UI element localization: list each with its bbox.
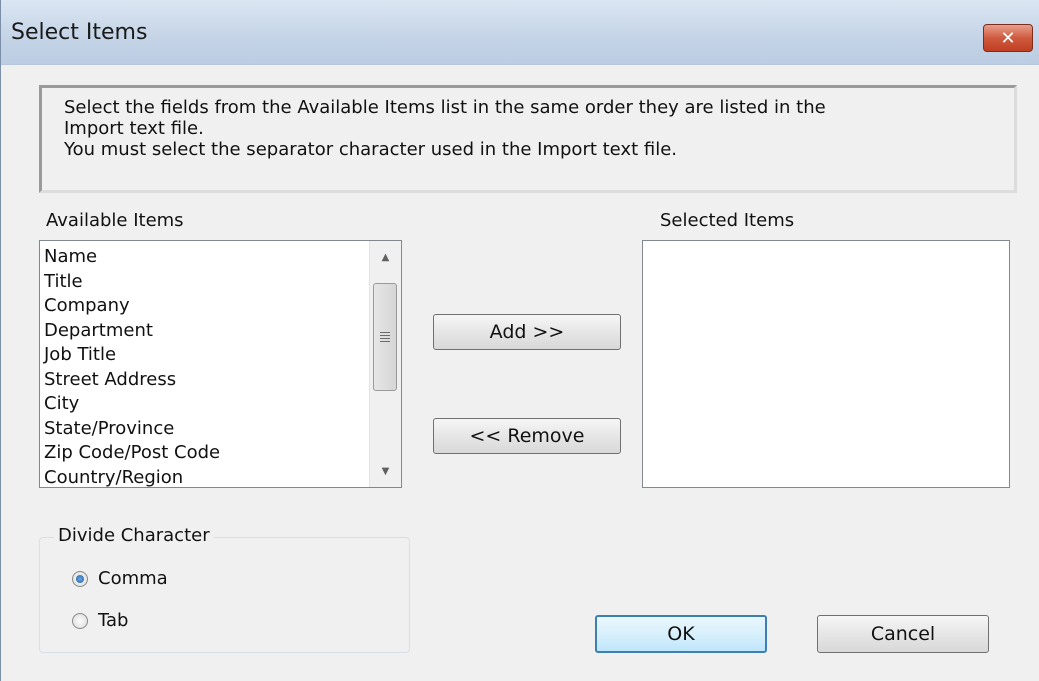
list-item[interactable]: Company (44, 294, 220, 319)
radio-tab[interactable]: Tab (72, 610, 128, 631)
cancel-button[interactable]: Cancel (817, 615, 989, 653)
close-button[interactable]: ✕ (983, 24, 1033, 52)
radio-selected-icon[interactable] (72, 570, 88, 587)
list-item[interactable]: City (44, 392, 220, 417)
list-item[interactable]: Street Address (44, 368, 220, 393)
scroll-grip-icon (380, 332, 390, 342)
radio-tab-label: Tab (98, 610, 129, 631)
title-bar[interactable]: Select Items ✕ (1, 0, 1039, 65)
selected-items-list[interactable] (642, 240, 1010, 488)
list-item[interactable]: State/Province (44, 417, 220, 442)
scroll-up-arrow-icon[interactable]: ▲ (370, 241, 401, 273)
radio-unselected-icon[interactable] (72, 612, 88, 629)
remove-button[interactable]: << Remove (433, 418, 621, 454)
available-items-label: Available Items (46, 210, 184, 231)
add-button[interactable]: Add >> (433, 314, 621, 350)
list-item[interactable]: Title (44, 270, 220, 295)
selected-items-label: Selected Items (660, 210, 795, 231)
available-items-list[interactable]: Name Title Company Department Job Title … (39, 240, 402, 488)
list-item[interactable]: Job Title (44, 343, 220, 368)
radio-comma[interactable]: Comma (72, 568, 168, 589)
instruction-line-1: Select the fields from the Available Ite… (64, 97, 826, 118)
scroll-down-arrow-icon[interactable]: ▼ (370, 455, 401, 487)
divide-character-group: Divide Character Comma Tab (39, 525, 410, 653)
radio-comma-label: Comma (98, 568, 168, 589)
select-items-dialog: Select Items ✕ Select the fields from th… (0, 0, 1039, 681)
instruction-line-2: Import text file. (64, 118, 204, 139)
list-item[interactable]: Zip Code/Post Code (44, 441, 220, 466)
instructions-box: Select the fields from the Available Ite… (39, 85, 1017, 193)
list-scrollbar[interactable]: ▲ ▼ (369, 241, 401, 487)
ok-button[interactable]: OK (595, 615, 767, 653)
divide-character-legend: Divide Character (54, 525, 214, 546)
instruction-line-3: You must select the separator character … (64, 139, 678, 160)
list-item[interactable]: Department (44, 319, 220, 344)
close-icon: ✕ (1000, 27, 1016, 49)
list-item[interactable]: Name (44, 245, 220, 270)
list-item[interactable]: Country/Region (44, 466, 220, 491)
scroll-thumb[interactable] (373, 283, 397, 391)
dialog-title: Select Items (11, 20, 148, 45)
